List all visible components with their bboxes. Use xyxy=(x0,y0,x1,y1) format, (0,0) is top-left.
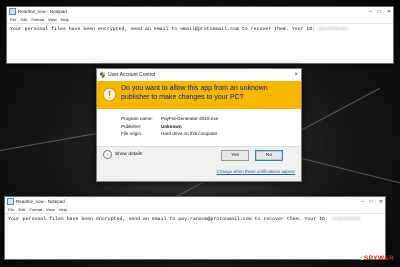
title-bar: Readme_now - Notepad – □ ✕ xyxy=(7,7,393,16)
file-origin-label: File origin: xyxy=(121,131,143,137)
uac-dialog: User Account Control × Do you want to al… xyxy=(96,68,302,182)
blurred-id: d8th0de4dd xyxy=(318,27,348,32)
menu-item-help[interactable]: Help xyxy=(61,17,69,22)
maximize-icon[interactable]: □ xyxy=(378,9,381,15)
window-title: Readme_now - Notepad xyxy=(18,9,67,14)
notepad-icon xyxy=(9,8,16,15)
menu-item-file[interactable]: File xyxy=(10,17,16,22)
program-name-value: PayPal-Generator-2019.exe xyxy=(161,116,219,121)
menu-item-edit[interactable]: Edit xyxy=(20,17,27,22)
uac-info: Program name: PayPal-Generator-2019.exe P… xyxy=(121,115,218,138)
yes-button[interactable]: Yes xyxy=(221,150,249,161)
ransom-note-text: Your personal files have been encrypted,… xyxy=(8,217,331,222)
text-area[interactable]: Your personal files have been encrypted,… xyxy=(7,24,393,35)
title-bar: Readme_now - Notepad – □ ✕ xyxy=(5,197,385,206)
close-icon[interactable]: × xyxy=(294,72,298,78)
window-title: Readme_now - Notepad xyxy=(16,199,65,204)
menu-item-help[interactable]: Help xyxy=(59,207,67,212)
menu-item-format[interactable]: Format xyxy=(31,17,44,22)
menu-item-view[interactable]: View xyxy=(46,207,55,212)
no-button[interactable]: No xyxy=(255,150,283,161)
notepad-window-bottom: Readme_now - Notepad – □ ✕ File Edit For… xyxy=(4,196,386,260)
watermark-logo: 2SPYWAR xyxy=(360,255,394,262)
publisher-value: Unknown xyxy=(161,123,182,129)
close-icon[interactable]: ✕ xyxy=(379,199,383,205)
publisher-label: Publisher: xyxy=(121,123,142,129)
close-icon[interactable]: ✕ xyxy=(387,9,391,15)
show-details-toggle[interactable]: ˅ Show details xyxy=(103,150,142,159)
blurred-id: 7d4beb4fd4 xyxy=(330,217,361,222)
file-origin-value: Hard drive on this computer xyxy=(161,131,218,137)
text-area[interactable]: Your personal files have been encrypted,… xyxy=(5,214,385,225)
menu-item-format[interactable]: Format xyxy=(29,207,42,212)
minimize-icon[interactable]: – xyxy=(361,199,364,205)
uac-banner: Do you want to allow this app from an un… xyxy=(97,81,301,109)
notepad-icon xyxy=(7,198,14,205)
ransom-note-text: Your personal files have been encrypted,… xyxy=(10,27,319,32)
uac-question: Do you want to allow this app from an un… xyxy=(121,85,268,101)
menu-item-file[interactable]: File xyxy=(8,207,14,212)
show-details-label: Show details xyxy=(115,152,143,157)
uac-title-bar: User Account Control × xyxy=(97,69,301,80)
notepad-window-top: Readme_now - Notepad – □ ✕ File Edit For… xyxy=(6,6,394,64)
chevron-down-icon: ˅ xyxy=(103,150,112,159)
uac-title: User Account Control xyxy=(108,71,156,78)
menu-item-edit[interactable]: Edit xyxy=(18,207,25,212)
maximize-icon[interactable]: □ xyxy=(370,199,373,205)
minimize-icon[interactable]: – xyxy=(369,9,372,15)
menu-bar: File Edit Format View Help xyxy=(5,206,385,214)
menu-bar: File Edit Format View Help xyxy=(7,16,393,24)
program-name-label: Program name: xyxy=(121,116,153,121)
menu-item-view[interactable]: View xyxy=(48,17,57,22)
shield-icon xyxy=(100,71,105,78)
change-notifications-link[interactable]: Change when these notifications appear xyxy=(217,169,295,174)
warning-icon xyxy=(103,88,116,101)
